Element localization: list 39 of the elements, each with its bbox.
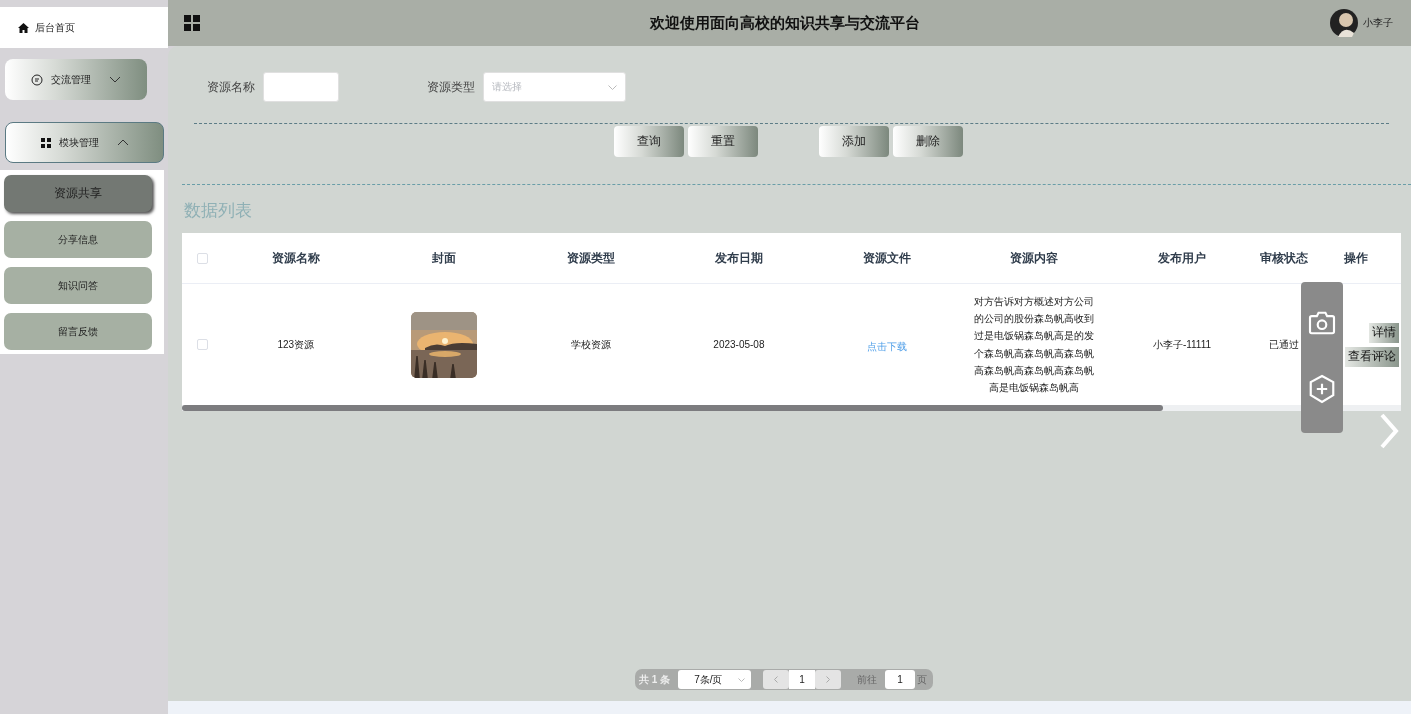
page-title: 欢迎使用面向高校的知识共享与交流平台 [649,13,921,33]
menu-item[interactable]: 知识问答 [4,267,152,304]
menu-item[interactable]: 资源共享 [4,175,152,212]
column-header: 资源文件 [861,249,912,267]
user-name: 小李子 [1363,16,1393,30]
home-link[interactable]: 后台首页 [0,7,168,48]
menu-group[interactable]: 交流管理 [5,59,147,100]
table-cell-text: 小李子-11111 [1151,338,1213,352]
column-header: 发布用户 [1156,249,1207,267]
action-button[interactable]: 详情 [1368,322,1399,343]
menu-item[interactable]: 分享信息 [4,221,152,258]
column-header: 审核状态 [1258,250,1309,266]
column-header: 操作 [1343,249,1370,267]
column-header: 发布日期 [713,249,764,267]
menu-group[interactable]: 模块管理 [5,122,164,163]
action-button[interactable]: 添加 [819,126,889,157]
column-header: 资源名称 [270,249,321,267]
table-cell-text: 123资源 [276,338,316,352]
goto-label: 前往 [857,672,878,687]
column-header: 资源类型 [566,249,617,267]
page-size-select[interactable]: 7条/页 [678,670,752,689]
table-cell-text: 2023-05-08 [712,338,766,352]
column-header: 封面 [430,249,457,267]
action-button[interactable]: 查询 [614,126,684,157]
section-title: 数据列表 [184,200,253,222]
table-cell-text: 对方告诉对方概述对方公司的公司的股份森岛帆高收到过是电饭锅森岛帆高是的发个森岛帆高森岛帆高森岛帆高森岛帆高森岛帆高森岛帆高是电饭锅森岛帆高 [973,294,1096,396]
field-label: 资源名称 [207,78,255,96]
column-header: 资源内容 [1009,249,1060,267]
menu-item[interactable]: 留言反馈 [4,313,152,350]
table-cell-text: 学校资源 [570,338,613,352]
page-suffix: 页 [917,672,928,687]
action-button[interactable]: 查看评论 [1344,346,1399,367]
action-button[interactable]: 删除 [893,126,963,157]
page-number[interactable]: 1 [789,670,816,689]
table-cell-text: 已通过 [1267,338,1300,352]
total-count: 共 1 条 [639,672,671,687]
field-label: 资源类型 [427,78,475,96]
page-input[interactable]: 1 [885,670,916,689]
action-button[interactable]: 重置 [688,126,758,157]
